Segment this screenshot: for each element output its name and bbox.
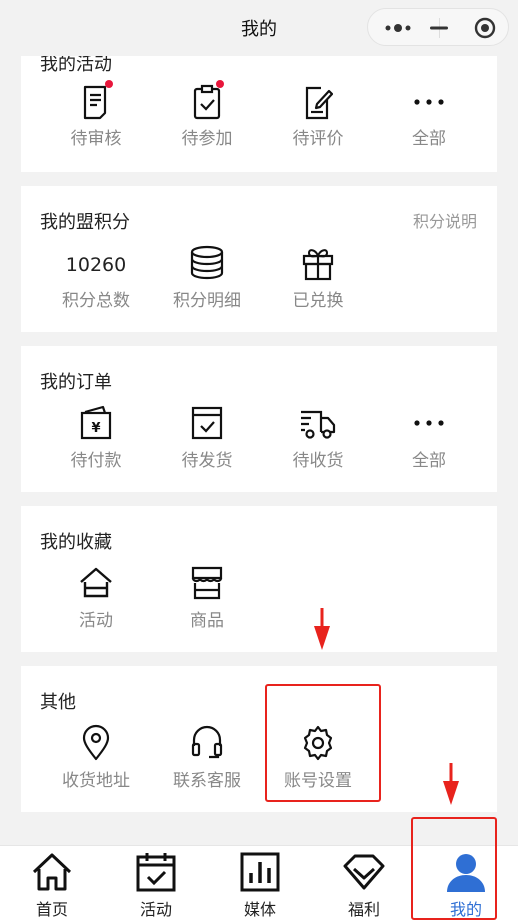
location-pin-icon xyxy=(80,724,112,762)
orders-card: 我的订单 ¥ 待付款 待发货 待收货 全部 xyxy=(21,346,497,492)
wallet-yen-icon: ¥ xyxy=(79,404,113,442)
other-label: 收货地址 xyxy=(62,771,130,791)
box-check-icon xyxy=(190,404,224,442)
more-options-icon[interactable] xyxy=(382,18,418,38)
points-label: 积分明细 xyxy=(173,291,241,311)
order-item-all[interactable]: 全部 xyxy=(379,404,479,471)
points-card: 我的盟积分 积分说明 10260 积分总数 积分明细 已兑换 xyxy=(21,186,497,332)
svg-text:¥: ¥ xyxy=(91,421,100,436)
tab-mine[interactable]: 我的 xyxy=(414,846,518,920)
points-total[interactable]: 10260 积分总数 xyxy=(46,248,146,311)
points-label: 积分总数 xyxy=(62,291,130,311)
tab-activity[interactable]: 活动 xyxy=(104,846,208,920)
points-title: 我的盟积分 xyxy=(40,212,130,233)
home-outline-icon xyxy=(78,564,114,602)
activity-label: 待评价 xyxy=(292,129,344,149)
tab-media[interactable]: 媒体 xyxy=(208,846,312,920)
edit-document-icon xyxy=(303,84,334,120)
headset-icon xyxy=(189,724,225,762)
activity-label: 待审核 xyxy=(70,129,122,149)
storefront-icon xyxy=(189,564,225,602)
user-icon xyxy=(444,850,488,894)
order-label: 待付款 xyxy=(70,451,122,471)
favorite-item-activity[interactable]: 活动 xyxy=(46,564,146,631)
tab-label: 福利 xyxy=(347,900,380,919)
other-item-address[interactable]: 收货地址 xyxy=(46,724,146,791)
favorites-card: 我的收藏 活动 商品 xyxy=(21,506,497,652)
order-item-to-ship[interactable]: 待发货 xyxy=(157,404,257,471)
tab-label: 首页 xyxy=(35,900,68,919)
activity-item-all[interactable]: 全部 xyxy=(379,84,479,149)
document-pending-icon xyxy=(81,80,113,120)
others-title: 其他 xyxy=(40,692,76,713)
minimize-icon[interactable] xyxy=(428,18,450,38)
activity-item-to-attend[interactable]: 待参加 xyxy=(157,80,257,149)
favorites-title: 我的收藏 xyxy=(40,532,112,553)
order-label: 全部 xyxy=(412,451,446,471)
points-redeemed[interactable]: 已兑换 xyxy=(268,244,368,311)
tab-label: 我的 xyxy=(449,900,482,919)
other-item-account-settings[interactable]: 账号设置 xyxy=(268,724,368,791)
others-card: 其他 收货地址 联系客服 账号设置 xyxy=(21,666,497,812)
tab-home[interactable]: 首页 xyxy=(0,846,104,920)
activities-card: 我的活动 待审核 待参加 待评价 全部 xyxy=(21,40,497,172)
delivery-truck-icon xyxy=(299,404,337,442)
tab-label: 活动 xyxy=(139,900,172,919)
tab-label: 媒体 xyxy=(243,900,276,919)
notification-dot xyxy=(216,80,224,88)
favorite-label: 活动 xyxy=(79,611,113,631)
activity-label: 全部 xyxy=(412,129,446,149)
bar-chart-icon xyxy=(238,850,282,894)
order-label: 待发货 xyxy=(181,451,233,471)
activity-label: 待参加 xyxy=(181,129,233,149)
orders-title: 我的订单 xyxy=(40,372,112,393)
other-label: 账号设置 xyxy=(284,771,352,791)
order-item-unpaid[interactable]: ¥ 待付款 xyxy=(46,404,146,471)
coin-stack-icon xyxy=(189,244,225,282)
bottom-tab-bar: 首页 活动 媒体 福利 我的 xyxy=(0,845,518,920)
mini-program-capsule xyxy=(367,8,509,46)
favorite-item-goods[interactable]: 商品 xyxy=(157,564,257,631)
more-dots-icon xyxy=(412,404,446,442)
other-item-support[interactable]: 联系客服 xyxy=(157,724,257,791)
order-item-to-receive[interactable]: 待收货 xyxy=(268,404,368,471)
home-icon xyxy=(30,850,74,894)
calendar-check-icon xyxy=(134,850,178,894)
more-dots-icon xyxy=(412,84,446,120)
gear-icon xyxy=(299,724,337,762)
activity-item-pending-review[interactable]: 待审核 xyxy=(46,80,146,149)
close-target-icon[interactable] xyxy=(474,17,496,39)
gift-icon xyxy=(301,244,335,282)
points-label: 已兑换 xyxy=(292,291,344,311)
activity-item-to-review[interactable]: 待评价 xyxy=(268,84,368,149)
points-total-value: 10260 xyxy=(65,254,127,276)
favorite-label: 商品 xyxy=(190,611,224,631)
other-label: 联系客服 xyxy=(173,771,241,791)
clipboard-check-icon xyxy=(192,80,224,120)
diamond-icon xyxy=(342,850,386,894)
points-explain-link[interactable]: 积分说明 xyxy=(413,208,477,232)
top-nav-bar: 我的 xyxy=(0,0,518,56)
points-detail[interactable]: 积分明细 xyxy=(157,244,257,311)
notification-dot xyxy=(105,80,113,88)
tab-welfare[interactable]: 福利 xyxy=(312,846,416,920)
order-label: 待收货 xyxy=(292,451,344,471)
page-content: 我的活动 待审核 待参加 待评价 全部 我的盟积分 积分说明 10260 积分总… xyxy=(0,0,518,845)
